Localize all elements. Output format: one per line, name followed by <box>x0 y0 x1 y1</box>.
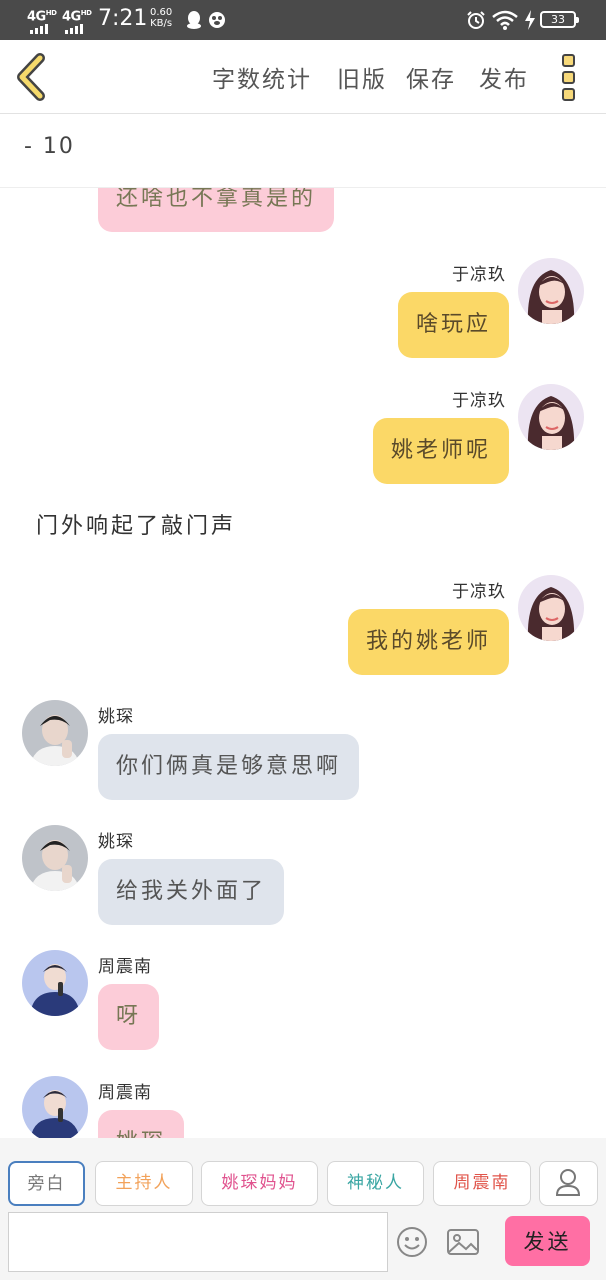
speaker-name: 周震南 <box>98 1083 152 1103</box>
chat-message[interactable]: 周震南呀 <box>0 950 606 1090</box>
editor-toolbar: 字数统计 旧版 保存 发布 <box>0 40 606 114</box>
menu-dot-icon <box>562 54 575 67</box>
speaker-name: 于凉玖 <box>452 391 506 411</box>
role-chip[interactable]: 周震南 <box>433 1161 531 1206</box>
chat-message[interactable]: 周震南姚琛 <box>0 1076 606 1138</box>
avatar[interactable] <box>22 950 88 1016</box>
avatar-image <box>22 950 88 1016</box>
wifi-icon <box>492 10 518 34</box>
menu-dot-icon <box>562 88 575 101</box>
alarm-icon <box>466 10 486 34</box>
chat-message[interactable]: 还啥也不拿真是的 <box>0 188 606 248</box>
back-arrow-icon <box>17 53 45 101</box>
speaker-name: 姚琛 <box>98 832 134 852</box>
chat-message[interactable]: 姚琛你们俩真是够意思啊 <box>0 700 606 840</box>
emoji-button[interactable] <box>396 1226 428 1258</box>
avatar-image <box>22 825 88 891</box>
smiley-icon <box>397 1227 427 1257</box>
back-button[interactable] <box>12 52 52 102</box>
input-bar: 发送 <box>0 1208 606 1280</box>
speaker-name: 姚琛 <box>98 707 134 727</box>
avatar[interactable] <box>518 258 584 324</box>
old-version-button[interactable]: 旧版 <box>337 60 387 94</box>
chat-message[interactable]: 于凉玖姚老师呢 <box>0 384 606 524</box>
message-bubble[interactable]: 呀 <box>98 984 159 1050</box>
chat-message[interactable]: 于凉玖我的姚老师 <box>0 575 606 715</box>
qq-icon <box>186 10 202 34</box>
image-button[interactable] <box>446 1226 480 1258</box>
network-indicator: 4GHD <box>27 9 57 25</box>
network-indicator-2: 4GHD <box>62 9 92 25</box>
save-button[interactable]: 保存 <box>406 60 456 94</box>
network-speed: 0.60 KB/s <box>150 7 173 29</box>
chat-message[interactable]: 于凉玖啥玩应 <box>0 258 606 398</box>
menu-dot-icon <box>562 71 575 84</box>
avatar-image <box>22 1076 88 1138</box>
speaker-name: 周震南 <box>98 957 152 977</box>
add-role-button[interactable] <box>539 1161 598 1206</box>
message-bubble[interactable]: 我的姚老师 <box>348 609 509 675</box>
signal-icon <box>30 24 48 34</box>
speaker-name: 于凉玖 <box>452 582 506 602</box>
message-bubble[interactable]: 姚老师呢 <box>373 418 509 484</box>
speaker-name: 于凉玖 <box>452 265 506 285</box>
clock: 7:21 <box>98 6 148 31</box>
avatar[interactable] <box>22 700 88 766</box>
more-menu-button[interactable] <box>562 52 584 102</box>
avatar-image <box>518 258 584 324</box>
avatar-image <box>22 700 88 766</box>
avatar[interactable] <box>518 575 584 641</box>
role-chip[interactable]: 神秘人 <box>327 1161 424 1206</box>
message-bubble[interactable]: 你们俩真是够意思啊 <box>98 734 359 800</box>
role-chip[interactable]: 主持人 <box>95 1161 193 1206</box>
message-bubble[interactable]: 还啥也不拿真是的 <box>98 188 334 232</box>
role-chip[interactable]: 姚琛妈妈 <box>201 1161 318 1206</box>
message-bubble[interactable]: 姚琛 <box>98 1110 184 1138</box>
message-bubble[interactable]: 啥玩应 <box>398 292 509 358</box>
story-title: - 10 <box>24 134 75 159</box>
message-input[interactable] <box>8 1212 388 1272</box>
send-button[interactable]: 发送 <box>505 1216 590 1266</box>
role-chip[interactable]: 旁白 <box>8 1161 85 1206</box>
avatar-image <box>518 384 584 450</box>
chat-area[interactable]: 还啥也不拿真是的 于凉玖 啥玩应 于凉玖 姚老师呢 门外响起了敲门声 于凉玖 我的姚老师 姚琛你… <box>0 188 606 1138</box>
baidu-paw-icon <box>208 10 226 34</box>
avatar-image <box>518 575 584 641</box>
word-count-button[interactable]: 字数统计 <box>212 60 312 94</box>
narration-text: 门外响起了敲门声 <box>36 514 237 539</box>
signal-icon-2 <box>65 24 83 34</box>
charging-icon <box>524 10 536 34</box>
chat-message[interactable]: 姚琛 给我关外面了 <box>0 825 606 965</box>
publish-button[interactable]: 发布 <box>479 60 529 94</box>
status-bar: 4GHD 4GHD 7:21 0.60 KB/s 33 <box>0 0 606 40</box>
story-title-field[interactable]: - 10 <box>0 114 606 188</box>
avatar[interactable] <box>22 1076 88 1138</box>
role-selector-bar: 旁白 主持人 姚琛妈妈 神秘人 周震南 <box>0 1138 606 1208</box>
avatar[interactable] <box>22 825 88 891</box>
message-bubble[interactable]: 给我关外面了 <box>98 859 284 925</box>
user-icon <box>555 1169 581 1196</box>
battery-icon: 33 <box>540 11 579 28</box>
avatar[interactable] <box>518 384 584 450</box>
image-icon <box>447 1229 479 1255</box>
